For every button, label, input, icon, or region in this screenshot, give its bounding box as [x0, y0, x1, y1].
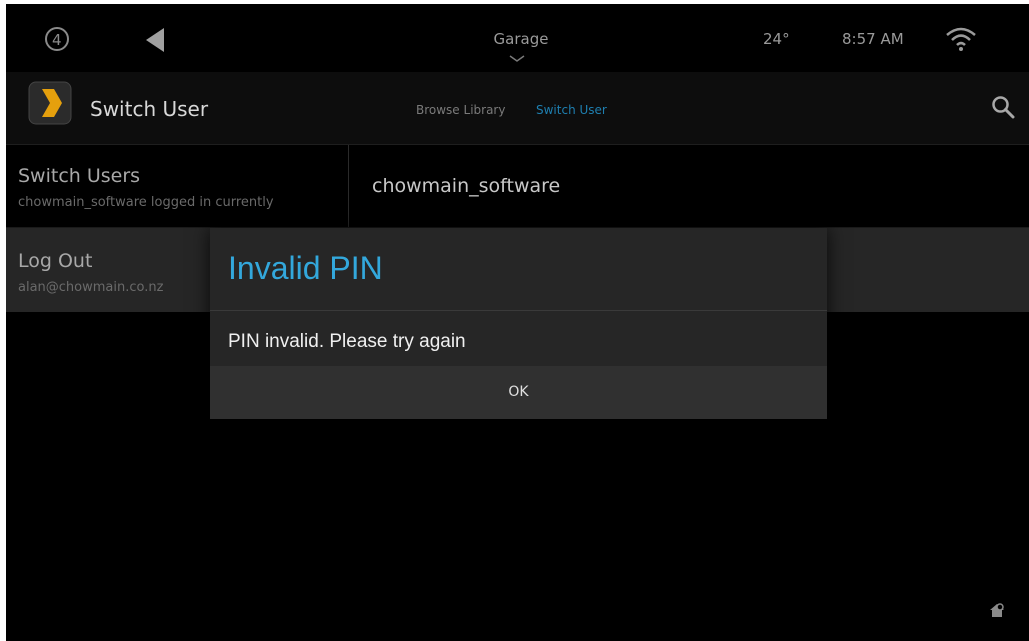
switch-users-title: Switch Users [18, 165, 141, 187]
tab-switch-user[interactable]: Switch User [536, 103, 607, 117]
page-title: Switch User [90, 97, 209, 121]
dialog-title: Invalid PIN [228, 250, 383, 286]
log-out-title: Log Out [18, 250, 93, 272]
chevron-down-icon[interactable] [509, 55, 525, 63]
search-icon[interactable] [991, 95, 1015, 119]
list-item-switch-users[interactable]: Switch Users chowmain_software logged in… [6, 145, 1029, 228]
temperature: 24° [763, 30, 790, 48]
current-user-value[interactable]: chowmain_software [372, 175, 560, 197]
room-name[interactable]: Garage [466, 30, 576, 48]
control4-logo-icon[interactable]: 4 [44, 26, 70, 52]
ok-button[interactable]: OK [210, 366, 827, 419]
clock: 8:57 AM [842, 30, 904, 48]
dialog-divider [210, 310, 827, 311]
switch-users-subtitle: chowmain_software logged in currently [18, 195, 274, 210]
log-out-subtitle: alan@chowmain.co.nz [18, 280, 164, 295]
invalid-pin-dialog: Invalid PIN PIN invalid. Please try agai… [210, 228, 827, 419]
plex-logo-icon[interactable] [28, 81, 72, 125]
action-bar: Switch User Browse Library Switch User [6, 72, 1029, 145]
tab-browse-library[interactable]: Browse Library [416, 103, 505, 117]
svg-text:4: 4 [52, 31, 62, 49]
back-arrow-icon[interactable] [142, 26, 168, 54]
row-divider [348, 145, 349, 227]
status-bar: 4 Garage 24° 8:57 AM [6, 4, 1029, 72]
dialog-message: PIN invalid. Please try again [228, 331, 466, 352]
wifi-icon [946, 27, 976, 51]
remote-settings-icon[interactable] [988, 601, 1006, 619]
screen: 4 Garage 24° 8:57 AM Switch User Browse … [6, 4, 1029, 641]
